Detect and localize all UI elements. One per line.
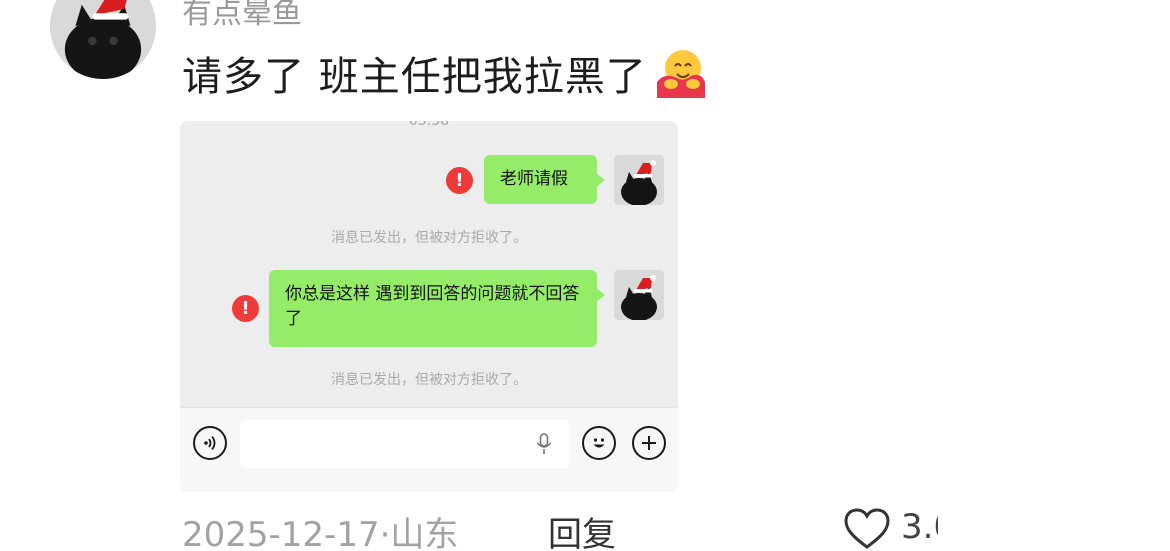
chat-input-bar (180, 407, 678, 492)
comment-location: 山东 (390, 515, 459, 551)
more-options-icon (632, 426, 666, 460)
cat-avatar-icon (614, 270, 664, 320)
comment-meta: 2025-12-17·山东 (182, 507, 458, 551)
message-input (240, 420, 570, 468)
comment-text: 请多了 班主任把我拉黑了 (182, 54, 647, 100)
cat-avatar-icon (50, 0, 156, 79)
send-failed-icon: ! (446, 167, 473, 194)
heart-icon[interactable] (844, 508, 890, 550)
hugging-face-icon (653, 46, 707, 100)
emoji-picker-icon (582, 426, 616, 460)
sender-avatar (614, 155, 664, 205)
message-bubble: 老师请假 (484, 155, 605, 204)
commenter-avatar[interactable] (50, 0, 156, 79)
comment-date: 2025-12-17 (182, 515, 380, 551)
commenter-username[interactable]: 有点晕鱼 (182, 0, 302, 32)
sender-avatar (614, 270, 664, 320)
send-failed-icon: ! (232, 295, 259, 322)
chat-screenshot-image[interactable]: 05:58 ! 老师请假 消息已发出，但被对方拒收了。 ! 你总是这样 遇到到回… (180, 121, 678, 492)
chat-time: 05:58 (408, 121, 450, 129)
comment-body: 请多了 班主任把我拉黑了 (182, 44, 707, 102)
message-bubble: 你总是这样 遇到到回答的问题就不回答了 (269, 270, 605, 347)
message-text: 你总是这样 遇到到回答的问题就不回答了 (285, 284, 580, 329)
rejected-notice: 消息已发出，但被对方拒收了。 (331, 372, 527, 388)
message-text: 老师请假 (500, 169, 568, 189)
watermark-mask (938, 505, 1170, 551)
cat-avatar-icon (614, 155, 664, 205)
rejected-notice: 消息已发出，但被对方拒收了。 (331, 230, 527, 246)
meta-separator: · (379, 515, 391, 551)
microphone-icon (536, 433, 552, 454)
voice-input-icon (193, 426, 227, 460)
reply-button[interactable]: 回复 (548, 507, 616, 551)
